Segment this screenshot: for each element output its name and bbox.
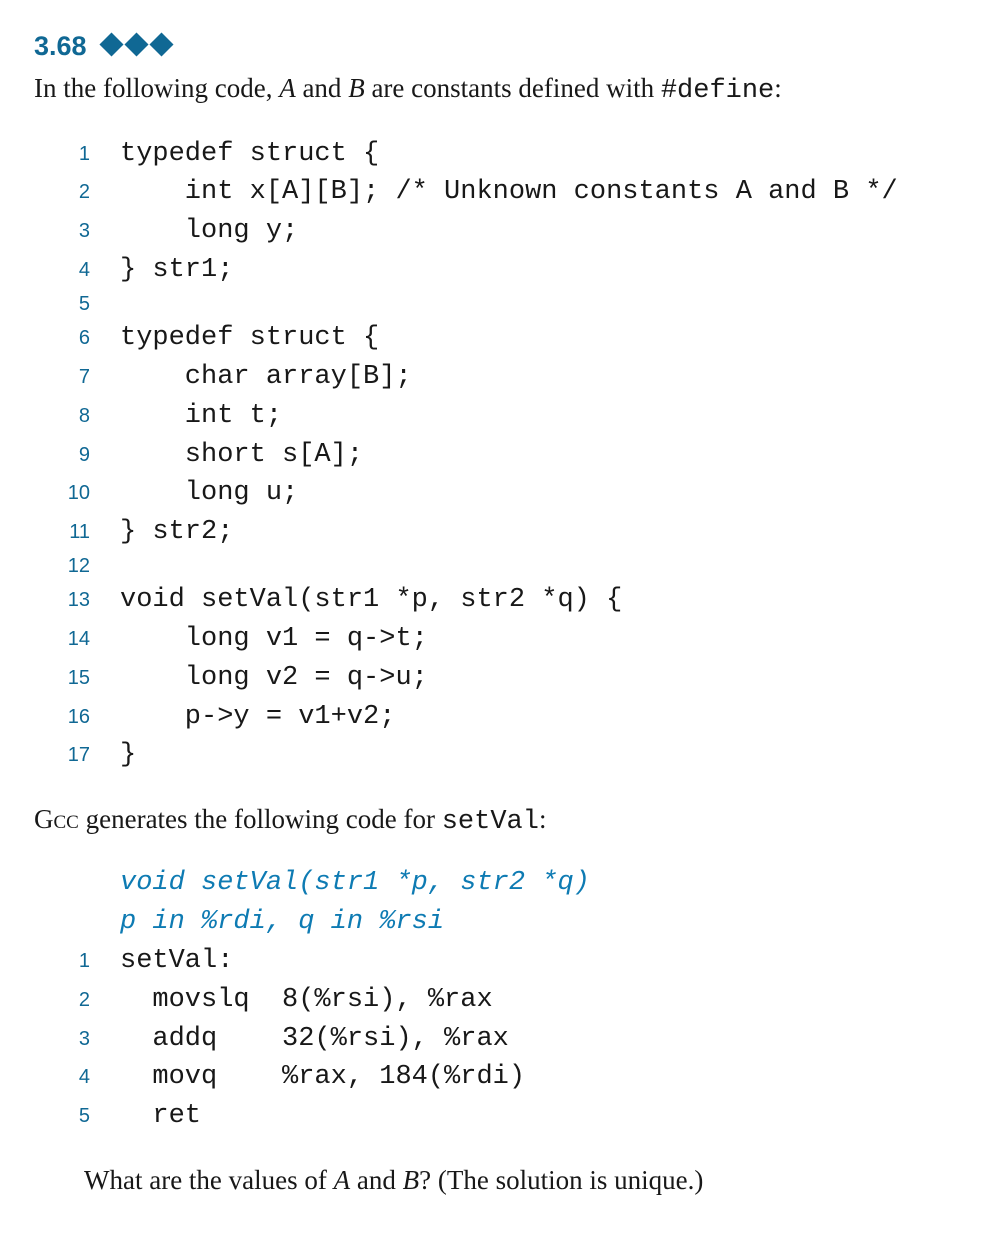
text: are constants defined with [365,73,661,103]
text-italic-B: B [403,1165,420,1195]
code-text: } str2; [120,513,966,552]
code-row: 4} str1; [34,251,966,290]
diamond-icon [125,32,149,56]
code-row: 17} [34,736,966,775]
code-inline-define: #define [661,76,774,106]
text: G [34,804,54,834]
line-number: 8 [34,402,120,431]
code-row: 2 movslq 8(%rsi), %rax [34,981,966,1020]
line-number: 2 [34,986,120,1015]
c-code-block: 1typedef struct {2 int x[A][B]; /* Unkno… [34,135,966,776]
line-number: 6 [34,324,120,353]
code-row: 6typedef struct { [34,319,966,358]
code-row: 4 movq %rax, 184(%rdi) [34,1058,966,1097]
code-row: void setVal(str1 *p, str2 *q) [34,864,966,903]
text: ? (The solution is unique.) [419,1165,703,1195]
diamond-icon [150,32,174,56]
code-row: 16 p->y = v1+v2; [34,698,966,737]
code-text: int x[A][B]; /* Unknown constants A and … [120,173,966,212]
code-text: long v2 = q->u; [120,659,966,698]
problem-number: 3.68 [34,28,87,66]
line-number: 14 [34,625,120,654]
code-text: ret [120,1097,966,1136]
code-text: long u; [120,474,966,513]
line-number: 3 [34,1025,120,1054]
text: : [539,804,547,834]
line-number: 12 [34,552,120,581]
line-number: 7 [34,363,120,392]
code-text: addq 32(%rsi), %rax [120,1020,966,1059]
code-text: movslq 8(%rsi), %rax [120,981,966,1020]
code-row: 1setVal: [34,942,966,981]
asm-comment: p in %rdi, q in %rsi [120,903,966,942]
code-row: 10 long u; [34,474,966,513]
intro-text: In the following code, A and B are const… [34,70,966,111]
code-row: 2 int x[A][B]; /* Unknown constants A an… [34,173,966,212]
code-row: 9 short s[A]; [34,436,966,475]
code-row: 5 ret [34,1097,966,1136]
code-row: 5 [34,290,966,319]
line-number: 13 [34,586,120,615]
code-text: long y; [120,212,966,251]
small-caps: cc [54,804,79,834]
code-row: 12 [34,552,966,581]
question-text: What are the values of A and B? (The sol… [84,1162,966,1200]
code-row: 3 addq 32(%rsi), %rax [34,1020,966,1059]
line-number: 1 [34,947,120,976]
line-number: 3 [34,217,120,246]
text-italic-A: A [279,73,296,103]
text: : [774,73,782,103]
mid-text: Gcc generates the following code for set… [34,801,966,842]
text: and [350,1165,402,1195]
text-italic-B: B [348,73,365,103]
line-number: 11 [34,518,120,547]
text: What are the values of [84,1165,334,1195]
problem-header: 3.68 [34,28,966,66]
code-text: long v1 = q->t; [120,620,966,659]
code-text: char array[B]; [120,358,966,397]
line-number: 17 [34,741,120,770]
line-number: 5 [34,290,120,319]
line-number: 9 [34,441,120,470]
line-number: 4 [34,256,120,285]
text: In the following code, [34,73,279,103]
code-text: } str1; [120,251,966,290]
code-text: typedef struct { [120,135,966,174]
code-row: 1typedef struct { [34,135,966,174]
code-text: void setVal(str1 *p, str2 *q) { [120,581,966,620]
code-row: 8 int t; [34,397,966,436]
text: and [296,73,348,103]
code-row: 15 long v2 = q->u; [34,659,966,698]
line-number: 2 [34,178,120,207]
text-italic-A: A [334,1165,351,1195]
diamond-icon [100,32,124,56]
code-row: p in %rdi, q in %rsi [34,903,966,942]
code-text: } [120,736,966,775]
code-row: 14 long v1 = q->t; [34,620,966,659]
asm-code-block: void setVal(str1 *p, str2 *q)p in %rdi, … [34,864,966,1136]
code-text: typedef struct { [120,319,966,358]
code-row: 13void setVal(str1 *p, str2 *q) { [34,581,966,620]
code-row: 11} str2; [34,513,966,552]
line-number: 1 [34,140,120,169]
line-number: 15 [34,664,120,693]
code-inline-setval: setVal [442,807,539,837]
line-number: 16 [34,703,120,732]
line-number: 10 [34,479,120,508]
code-row: 7 char array[B]; [34,358,966,397]
code-text: short s[A]; [120,436,966,475]
code-text: p->y = v1+v2; [120,698,966,737]
line-number: 5 [34,1102,120,1131]
code-row: 3 long y; [34,212,966,251]
text: generates the following code for [79,804,442,834]
asm-comment: void setVal(str1 *p, str2 *q) [120,864,966,903]
code-text: int t; [120,397,966,436]
code-text: setVal: [120,942,966,981]
line-number: 4 [34,1063,120,1092]
code-text: movq %rax, 184(%rdi) [120,1058,966,1097]
difficulty-diamonds [103,36,170,53]
